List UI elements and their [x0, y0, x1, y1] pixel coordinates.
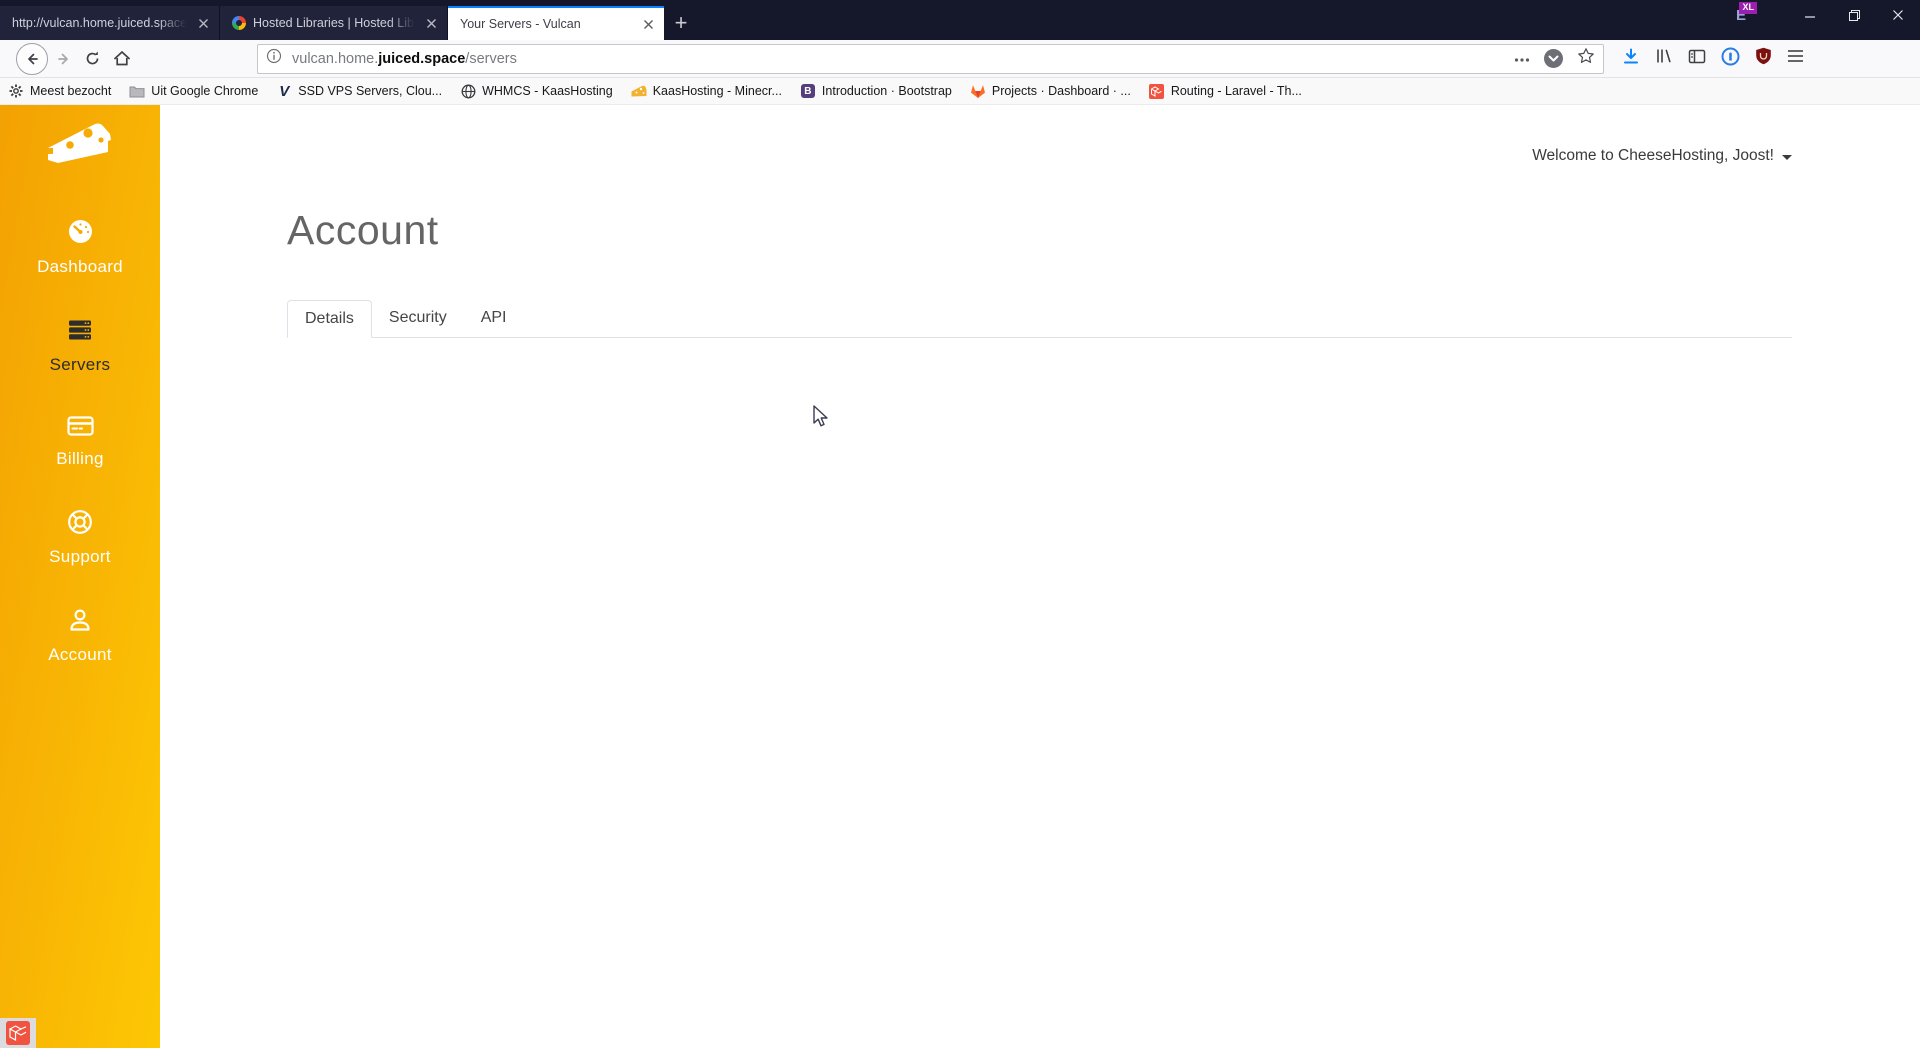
exitlag-tray-icon: E XL	[1724, 1, 1758, 29]
bookmark-label: Introduction · Bootstrap	[821, 84, 952, 98]
bookmark-label: Meest bezocht	[30, 84, 112, 98]
bookmark-kaashosting-minecraft[interactable]: KaasHosting - Minecr...	[631, 83, 782, 99]
cheesehosting-logo-icon[interactable]	[46, 119, 114, 176]
back-button[interactable]	[16, 42, 48, 75]
mouse-cursor	[812, 405, 834, 434]
sidebar-item-label: Account	[48, 645, 112, 664]
sidebar-item-account[interactable]: Account	[48, 607, 112, 665]
folder-icon	[129, 83, 145, 99]
browser-titlebar: http://vulcan.home.juiced.space/a Hosted…	[0, 0, 1920, 40]
account-tabs: Details Security API	[287, 300, 1792, 338]
bookmark-meest-bezocht[interactable]: Meest bezocht	[8, 83, 111, 99]
cheese-icon	[631, 83, 647, 99]
sidebar-item-label: Billing	[56, 449, 104, 468]
bookmark-label: KaasHosting - Minecr...	[652, 84, 782, 98]
sidebar-item-billing[interactable]: Billing	[56, 415, 103, 469]
sidebar-item-dashboard[interactable]: Dashboard	[37, 218, 123, 277]
bookmark-label: Routing - Laravel - Th...	[1170, 84, 1302, 98]
navigation-toolbar: vulcan.home.juiced.space/servers	[0, 40, 1920, 78]
tray-badge: XL	[1739, 2, 1757, 14]
sidebar-item-support[interactable]: Support	[49, 509, 111, 567]
downloads-icon[interactable]	[1622, 48, 1640, 70]
user-icon	[67, 607, 93, 638]
toolbar-extensions	[1622, 47, 1804, 71]
sidebar-item-label: Servers	[49, 355, 111, 374]
browser-tab-1[interactable]: http://vulcan.home.juiced.space/a	[0, 6, 220, 40]
sidebar-item-label: Support	[49, 547, 111, 566]
tab-title: http://vulcan.home.juiced.space/a	[12, 16, 190, 30]
laravel-icon	[1149, 83, 1165, 99]
bookmark-ssd-vps-servers[interactable]: V SSD VPS Servers, Clou...	[276, 82, 443, 100]
globe-icon	[460, 83, 476, 99]
reload-button[interactable]	[84, 50, 101, 67]
url-domain: juiced.space	[378, 50, 466, 67]
bookmark-label: Projects · Dashboard · ...	[991, 84, 1131, 98]
bookmark-laravel-routing[interactable]: Routing - Laravel - Th...	[1149, 83, 1302, 99]
home-button[interactable]	[113, 50, 131, 67]
tab-security[interactable]: Security	[372, 300, 464, 338]
ublock-icon[interactable]	[1755, 47, 1772, 70]
user-menu[interactable]: Welcome to CheeseHosting, Joost!	[287, 147, 1792, 165]
onepassword-icon[interactable]	[1721, 47, 1740, 71]
sidebar-toggle-icon[interactable]	[1688, 49, 1706, 69]
gear-icon	[8, 83, 24, 99]
tab-close-icon[interactable]	[418, 18, 437, 29]
bookmark-label: WHMCS - KaasHosting	[482, 84, 613, 98]
bookmark-gitlab-projects[interactable]: Projects · Dashboard · ...	[970, 83, 1131, 99]
laravel-status-icon	[0, 1018, 36, 1048]
tab-close-icon[interactable]	[635, 19, 654, 30]
bookmarks-bar: Meest bezocht Uit Google Chrome V SSD VP…	[0, 78, 1920, 105]
app-sidebar: Dashboard Servers Billing Support Accoun…	[0, 105, 160, 1048]
pocket-icon[interactable]	[1544, 49, 1563, 68]
forward-button[interactable]	[56, 51, 72, 67]
url-bar[interactable]: vulcan.home.juiced.space/servers	[257, 43, 1604, 74]
bookmark-uit-google-chrome[interactable]: Uit Google Chrome	[129, 83, 258, 99]
page-title: Account	[287, 207, 439, 253]
gitlab-icon	[970, 83, 986, 99]
minimize-button[interactable]	[1788, 1, 1832, 29]
url-path: /servers	[465, 50, 517, 67]
menu-hamburger-icon[interactable]	[1787, 49, 1804, 68]
restore-button[interactable]	[1832, 1, 1876, 29]
library-icon[interactable]	[1655, 48, 1673, 69]
sidebar-nav: Dashboard Servers Billing Support Accoun…	[37, 218, 123, 705]
sidebar-item-label: Dashboard	[37, 257, 123, 276]
close-button[interactable]	[1876, 1, 1920, 29]
tab-title: Your Servers - Vulcan	[460, 17, 581, 31]
new-tab-button[interactable]: +	[664, 6, 698, 40]
chevron-down-icon	[1782, 154, 1792, 160]
bookmark-whmcs-kaashosting[interactable]: WHMCS - KaasHosting	[460, 83, 613, 99]
window-controls: E XL	[1724, 0, 1920, 30]
credit-card-icon	[66, 415, 94, 442]
bookmark-star-icon[interactable]	[1577, 47, 1595, 70]
url-text[interactable]: vulcan.home.juiced.space/servers	[292, 51, 1504, 67]
browser-tab-2[interactable]: Hosted Libraries | Hosted Libra	[220, 6, 448, 40]
bookmark-label: SSD VPS Servers, Clou...	[298, 84, 443, 98]
sidebar-item-servers[interactable]: Servers	[50, 317, 111, 375]
browser-tab-active[interactable]: Your Servers - Vulcan	[448, 6, 664, 40]
main-content: Welcome to CheeseHosting, Joost! Account…	[160, 105, 1920, 1048]
app-content: Dashboard Servers Billing Support Accoun…	[0, 105, 1920, 1048]
tab-title: Hosted Libraries | Hosted Libra	[253, 16, 418, 30]
page-actions-icon[interactable]	[1514, 50, 1530, 68]
site-info-icon[interactable]	[266, 48, 282, 69]
tab-api[interactable]: API	[464, 300, 524, 338]
tachometer-icon	[67, 218, 94, 250]
plus-icon: +	[674, 10, 688, 35]
server-stack-icon	[67, 317, 93, 348]
bookmark-label: Uit Google Chrome	[151, 84, 259, 98]
bookmark-bootstrap-introduction[interactable]: B Introduction · Bootstrap	[800, 83, 952, 99]
tab-details[interactable]: Details	[287, 300, 372, 338]
google-developers-favicon	[232, 16, 246, 30]
life-ring-icon	[67, 509, 93, 540]
bootstrap-icon: B	[800, 83, 816, 99]
welcome-text: Welcome to CheeseHosting, Joost!	[1532, 147, 1774, 164]
tab-close-icon[interactable]	[190, 18, 209, 29]
url-prefix: vulcan.home.	[292, 50, 379, 67]
tab-strip: http://vulcan.home.juiced.space/a Hosted…	[0, 6, 698, 40]
vultr-icon: V	[279, 82, 290, 100]
